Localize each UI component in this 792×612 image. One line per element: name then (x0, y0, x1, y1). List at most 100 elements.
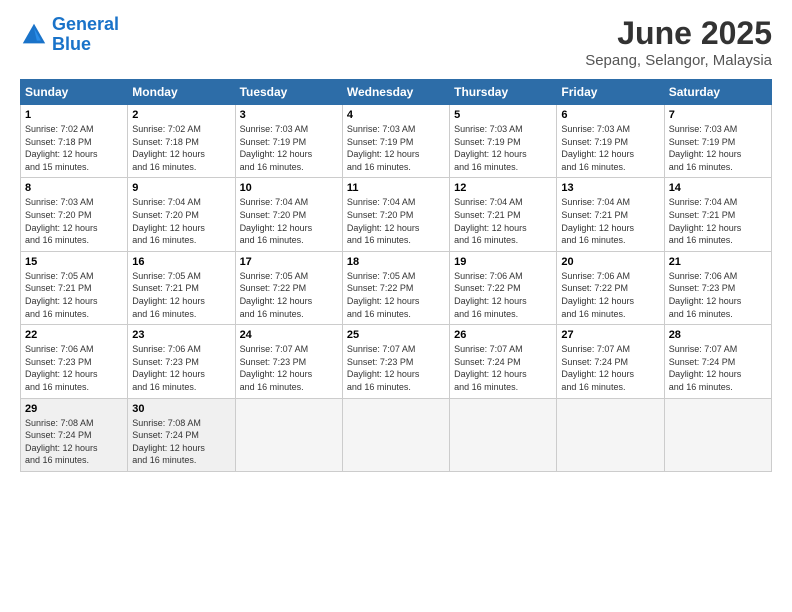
day-info: Sunrise: 7:06 AMSunset: 7:22 PMDaylight:… (454, 270, 552, 320)
col-wednesday: Wednesday (342, 80, 449, 105)
day-info: Sunrise: 7:03 AMSunset: 7:19 PMDaylight:… (561, 123, 659, 173)
day-number: 5 (454, 109, 552, 121)
calendar-cell (450, 398, 557, 471)
calendar-cell: 13 Sunrise: 7:04 AMSunset: 7:21 PMDayligh… (557, 178, 664, 251)
day-number: 8 (25, 182, 123, 194)
col-monday: Monday (128, 80, 235, 105)
calendar-cell (557, 398, 664, 471)
calendar-cell: 18 Sunrise: 7:05 AMSunset: 7:22 PMDayligh… (342, 251, 449, 324)
col-friday: Friday (557, 80, 664, 105)
header-row: Sunday Monday Tuesday Wednesday Thursday… (21, 80, 772, 105)
calendar-cell (664, 398, 771, 471)
calendar-cell: 24 Sunrise: 7:07 AMSunset: 7:23 PMDayligh… (235, 325, 342, 398)
calendar-cell: 8 Sunrise: 7:03 AMSunset: 7:20 PMDaylight… (21, 178, 128, 251)
calendar-cell: 10Sunrise: 7:04 AMSunset: 7:20 PMDayligh… (235, 178, 342, 251)
day-number: 20 (561, 256, 659, 268)
calendar-row: 22 Sunrise: 7:06 AMSunset: 7:23 PMDayligh… (21, 325, 772, 398)
location-title: Sepang, Selangor, Malaysia (585, 52, 772, 69)
day-info: Sunrise: 7:04 AMSunset: 7:21 PMDaylight:… (561, 196, 659, 246)
day-info: Sunrise: 7:07 AMSunset: 7:23 PMDaylight:… (347, 343, 445, 393)
calendar-cell: 3 Sunrise: 7:03 AMSunset: 7:19 PMDaylight… (235, 105, 342, 178)
day-info: Sunrise: 7:03 AMSunset: 7:19 PMDaylight:… (454, 123, 552, 173)
day-info: Sunrise: 7:04 AMSunset: 7:20 PMDaylight:… (132, 196, 230, 246)
calendar-page: General Blue June 2025 Sepang, Selangor,… (0, 0, 792, 612)
day-number: 17 (240, 256, 338, 268)
day-number: 27 (561, 329, 659, 341)
calendar-cell: 23Sunrise: 7:06 AMSunset: 7:23 PMDayligh… (128, 325, 235, 398)
calendar-cell: 22 Sunrise: 7:06 AMSunset: 7:23 PMDayligh… (21, 325, 128, 398)
day-number: 2 (132, 109, 230, 121)
day-number: 16 (132, 256, 230, 268)
day-number: 15 (25, 256, 123, 268)
day-number: 10 (240, 182, 338, 194)
day-number: 11 (347, 182, 445, 194)
day-info: Sunrise: 7:07 AMSunset: 7:24 PMDaylight:… (561, 343, 659, 393)
calendar-cell: 27 Sunrise: 7:07 AMSunset: 7:24 PMDayligh… (557, 325, 664, 398)
day-info: Sunrise: 7:06 AMSunset: 7:23 PMDaylight:… (25, 343, 123, 393)
day-number: 24 (240, 329, 338, 341)
day-info: Sunrise: 7:03 AMSunset: 7:19 PMDaylight:… (240, 123, 338, 173)
day-info: Sunrise: 7:03 AMSunset: 7:19 PMDaylight:… (347, 123, 445, 173)
day-number: 19 (454, 256, 552, 268)
calendar-cell: 9Sunrise: 7:04 AMSunset: 7:20 PMDaylight… (128, 178, 235, 251)
day-number: 29 (25, 403, 123, 415)
day-info: Sunrise: 7:08 AMSunset: 7:24 PMDaylight:… (25, 417, 123, 467)
day-number: 4 (347, 109, 445, 121)
day-number: 14 (669, 182, 767, 194)
calendar-cell: 14Sunrise: 7:04 AMSunset: 7:21 PMDayligh… (664, 178, 771, 251)
calendar-cell: 5 Sunrise: 7:03 AMSunset: 7:19 PMDaylight… (450, 105, 557, 178)
calendar-cell: 30Sunrise: 7:08 AMSunset: 7:24 PMDayligh… (128, 398, 235, 471)
day-info: Sunrise: 7:06 AMSunset: 7:23 PMDaylight:… (669, 270, 767, 320)
title-block: June 2025 Sepang, Selangor, Malaysia (585, 15, 772, 69)
day-info: Sunrise: 7:07 AMSunset: 7:24 PMDaylight:… (669, 343, 767, 393)
col-thursday: Thursday (450, 80, 557, 105)
calendar-cell: 15 Sunrise: 7:05 AMSunset: 7:21 PMDayligh… (21, 251, 128, 324)
day-number: 12 (454, 182, 552, 194)
calendar-cell: 4 Sunrise: 7:03 AMSunset: 7:19 PMDaylight… (342, 105, 449, 178)
calendar-cell: 1 Sunrise: 7:02 AMSunset: 7:18 PMDaylight… (21, 105, 128, 178)
logo-text: General Blue (52, 15, 119, 55)
day-info: Sunrise: 7:05 AMSunset: 7:21 PMDaylight:… (25, 270, 123, 320)
calendar-cell: 12 Sunrise: 7:04 AMSunset: 7:21 PMDayligh… (450, 178, 557, 251)
day-info: Sunrise: 7:05 AMSunset: 7:22 PMDaylight:… (347, 270, 445, 320)
calendar-cell: 7 Sunrise: 7:03 AMSunset: 7:19 PMDaylight… (664, 105, 771, 178)
day-info: Sunrise: 7:04 AMSunset: 7:21 PMDaylight:… (454, 196, 552, 246)
col-tuesday: Tuesday (235, 80, 342, 105)
day-number: 3 (240, 109, 338, 121)
calendar-cell: 20 Sunrise: 7:06 AMSunset: 7:22 PMDayligh… (557, 251, 664, 324)
calendar-cell: 28Sunrise: 7:07 AMSunset: 7:24 PMDayligh… (664, 325, 771, 398)
day-info: Sunrise: 7:02 AMSunset: 7:18 PMDaylight:… (25, 123, 123, 173)
day-info: Sunrise: 7:06 AMSunset: 7:23 PMDaylight:… (132, 343, 230, 393)
day-number: 18 (347, 256, 445, 268)
calendar-cell: 29 Sunrise: 7:08 AMSunset: 7:24 PMDayligh… (21, 398, 128, 471)
day-info: Sunrise: 7:07 AMSunset: 7:23 PMDaylight:… (240, 343, 338, 393)
calendar-cell (342, 398, 449, 471)
day-number: 30 (132, 403, 230, 415)
day-number: 13 (561, 182, 659, 194)
calendar-cell: 26Sunrise: 7:07 AMSunset: 7:24 PMDayligh… (450, 325, 557, 398)
col-saturday: Saturday (664, 80, 771, 105)
day-info: Sunrise: 7:03 AMSunset: 7:19 PMDaylight:… (669, 123, 767, 173)
day-info: Sunrise: 7:04 AMSunset: 7:20 PMDaylight:… (347, 196, 445, 246)
calendar-cell: 11 Sunrise: 7:04 AMSunset: 7:20 PMDayligh… (342, 178, 449, 251)
day-number: 22 (25, 329, 123, 341)
day-number: 1 (25, 109, 123, 121)
calendar-cell: 2 Sunrise: 7:02 AMSunset: 7:18 PMDaylight… (128, 105, 235, 178)
day-info: Sunrise: 7:03 AMSunset: 7:20 PMDaylight:… (25, 196, 123, 246)
calendar-row: 1 Sunrise: 7:02 AMSunset: 7:18 PMDaylight… (21, 105, 772, 178)
calendar-cell: 25 Sunrise: 7:07 AMSunset: 7:23 PMDayligh… (342, 325, 449, 398)
day-number: 6 (561, 109, 659, 121)
calendar-cell: 16Sunrise: 7:05 AMSunset: 7:21 PMDayligh… (128, 251, 235, 324)
day-number: 26 (454, 329, 552, 341)
calendar-row: 8 Sunrise: 7:03 AMSunset: 7:20 PMDaylight… (21, 178, 772, 251)
day-number: 25 (347, 329, 445, 341)
col-sunday: Sunday (21, 80, 128, 105)
month-title: June 2025 (585, 15, 772, 52)
header: General Blue June 2025 Sepang, Selangor,… (20, 15, 772, 69)
logo-icon (20, 21, 48, 49)
calendar-cell (235, 398, 342, 471)
day-number: 7 (669, 109, 767, 121)
day-info: Sunrise: 7:06 AMSunset: 7:22 PMDaylight:… (561, 270, 659, 320)
day-info: Sunrise: 7:02 AMSunset: 7:18 PMDaylight:… (132, 123, 230, 173)
calendar-table: Sunday Monday Tuesday Wednesday Thursday… (20, 79, 772, 472)
